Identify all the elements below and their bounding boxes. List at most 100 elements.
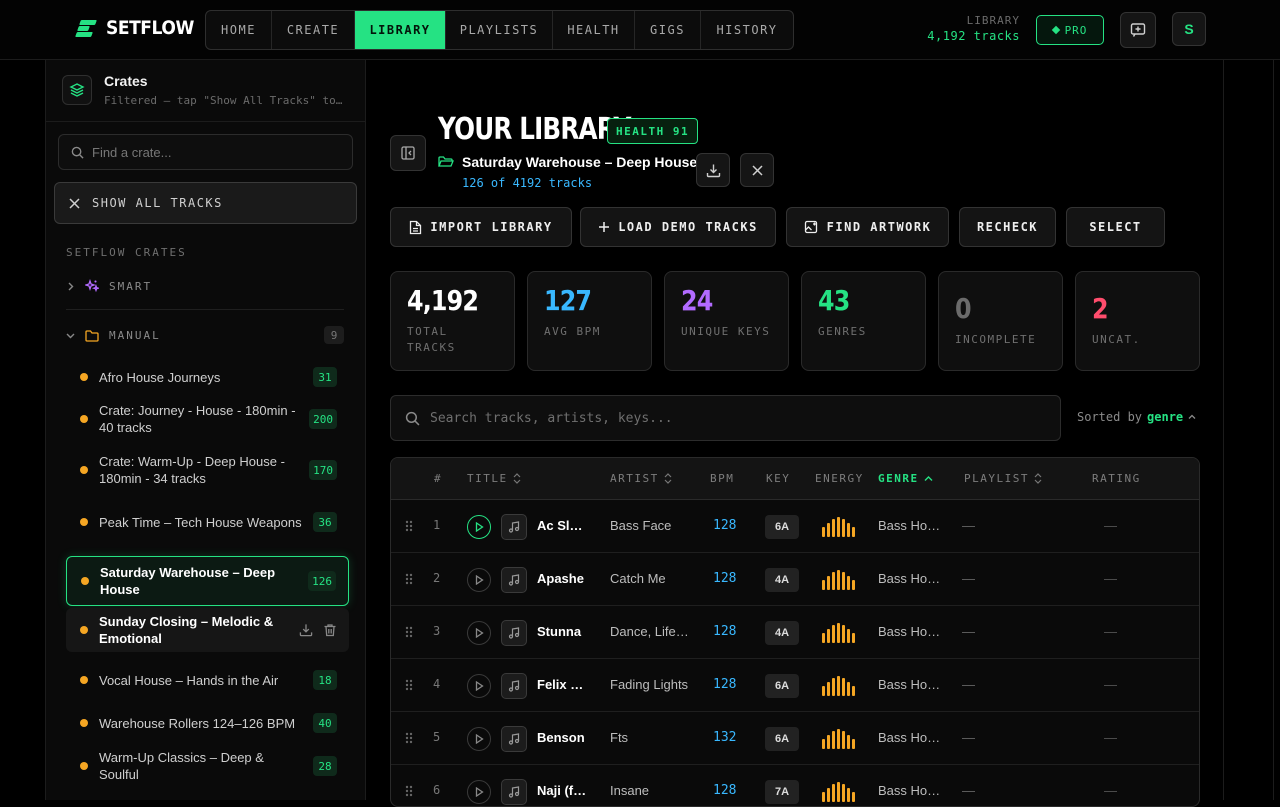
play-button[interactable] xyxy=(467,674,491,698)
clear-crate-button[interactable] xyxy=(740,153,774,187)
col-bpm[interactable]: BPM xyxy=(710,472,734,485)
sort-prefix: Sorted by xyxy=(1077,410,1143,424)
stat-label: INCOMPLETE xyxy=(955,333,1037,346)
download-icon xyxy=(706,164,720,177)
show-all-tracks-button[interactable]: SHOW ALL TRACKS xyxy=(54,182,357,224)
col-artist[interactable]: ARTIST xyxy=(610,472,672,485)
crate-item[interactable]: Afro House Journeys 31 xyxy=(66,360,349,394)
track-rating[interactable]: — xyxy=(1104,677,1117,692)
track-artist: Fading Lights xyxy=(610,677,689,692)
select-button[interactable]: SELECT xyxy=(1066,207,1165,247)
track-rating[interactable]: — xyxy=(1104,624,1117,639)
collapse-sidebar-button[interactable] xyxy=(390,135,426,171)
download-icon[interactable] xyxy=(299,623,313,637)
track-rating[interactable]: — xyxy=(1104,783,1117,798)
recheck-button[interactable]: RECHECK xyxy=(959,207,1056,247)
play-button[interactable] xyxy=(467,727,491,751)
crate-search-input[interactable] xyxy=(92,144,332,160)
library-count: LIBRARY 4,192 tracks xyxy=(927,14,1020,43)
crate-item[interactable]: Peak Time – Tech House Weapons 36 xyxy=(66,503,349,541)
col-playlist[interactable]: PLAYLIST xyxy=(964,472,1042,485)
smart-crates-toggle[interactable]: SMART xyxy=(66,274,344,298)
app-logo[interactable]: SETFLOW xyxy=(75,17,204,39)
play-button[interactable] xyxy=(467,568,491,592)
sort-indicator[interactable]: Sorted by genre xyxy=(1077,410,1196,424)
nav-tab-home[interactable]: HOME xyxy=(206,11,272,49)
track-rating[interactable]: — xyxy=(1104,518,1117,533)
sparkle-icon xyxy=(85,279,99,293)
import-library-button[interactable]: IMPORT LIBRARY xyxy=(390,207,572,247)
col-title[interactable]: TITLE xyxy=(467,472,521,485)
table-header: # TITLE ARTIST BPM KEY ENERGY GENRE PLAY… xyxy=(391,458,1199,500)
table-row[interactable]: 4 Felix Jaehn Fading Lights 128 6A Bass House… xyxy=(391,659,1199,712)
crate-item[interactable]: Vocal House – Hands in the Air 18 xyxy=(66,663,349,697)
avatar[interactable]: S xyxy=(1172,12,1206,46)
track-search-input[interactable] xyxy=(430,410,1030,426)
table-row[interactable]: 3 Stunna Dance, Life… 128 4A Bass House — — xyxy=(391,606,1199,659)
row-number: 2 xyxy=(433,571,441,585)
track-artist: Catch Me xyxy=(610,571,666,586)
nav-tab-create[interactable]: CREATE xyxy=(272,11,355,49)
download-button[interactable] xyxy=(696,153,730,187)
crate-count-badge: 200 xyxy=(309,409,337,429)
table-row[interactable]: 6 Naji (feat) Insane 128 7A Bass House — — xyxy=(391,765,1199,806)
crate-item[interactable]: Sunday Closing – Melodic & Emotional xyxy=(66,608,349,652)
stat-value: 127 xyxy=(544,284,592,317)
folder-icon xyxy=(85,329,99,342)
drag-handle-icon[interactable] xyxy=(405,731,413,749)
crate-item[interactable]: Saturday Warehouse – Deep House 126 xyxy=(66,556,349,606)
crate-search[interactable] xyxy=(58,134,353,170)
tracks-table: # TITLE ARTIST BPM KEY ENERGY GENRE PLAY… xyxy=(390,457,1200,807)
pro-button[interactable]: PRO xyxy=(1036,15,1104,45)
find-artwork-button[interactable]: FIND ARTWORK xyxy=(786,207,949,247)
play-button[interactable] xyxy=(467,621,491,645)
energy-meter xyxy=(822,782,855,802)
track-search[interactable] xyxy=(390,395,1061,441)
play-button[interactable] xyxy=(467,515,491,539)
crate-item[interactable]: Warehouse Rollers 124–126 BPM 40 xyxy=(66,706,349,740)
col-energy[interactable]: ENERGY xyxy=(815,472,864,485)
crate-item[interactable]: Crate: Journey - House - 180min - 40 tra… xyxy=(66,400,349,438)
crate-name: Warm-Up Classics – Deep & Soulful xyxy=(99,750,264,782)
load-demo-tracks-button[interactable]: LOAD DEMO TRACKS xyxy=(580,207,776,247)
track-playlist: — xyxy=(962,571,975,586)
nav-tab-health[interactable]: HEALTH xyxy=(553,11,635,49)
track-bpm: 128 xyxy=(713,624,737,639)
crate-item[interactable]: Warm-Up Classics – Deep & Soulful 28 xyxy=(66,747,349,785)
col-rating[interactable]: RATING xyxy=(1092,472,1141,485)
col-key[interactable]: KEY xyxy=(766,472,790,485)
nav-tab-playlists[interactable]: PLAYLISTS xyxy=(446,11,553,49)
table-row[interactable]: 5 Benson Fts 132 6A Bass House — — xyxy=(391,712,1199,765)
drag-handle-icon[interactable] xyxy=(405,572,413,590)
drag-handle-icon[interactable] xyxy=(405,678,413,696)
nav-tab-library[interactable]: LIBRARY xyxy=(355,11,446,49)
crate-item[interactable]: Crate: Warm-Up - Deep House - 180min - 3… xyxy=(66,451,349,489)
top-bar: SETFLOW HOME CREATE LIBRARY PLAYLISTS HEALTH… xyxy=(0,0,1280,60)
col-genre[interactable]: GENRE xyxy=(878,472,933,485)
add-playlist-button[interactable] xyxy=(1120,12,1156,48)
track-artist: Bass Face xyxy=(610,518,672,533)
chevron-up-icon xyxy=(924,475,933,481)
track-key: 6A xyxy=(765,727,799,751)
table-row[interactable]: 2 Apashe Catch Me 128 4A Bass House — — xyxy=(391,553,1199,606)
nav-tab-gigs[interactable]: GIGS xyxy=(635,11,701,49)
crate-dot xyxy=(80,762,88,770)
drag-handle-icon[interactable] xyxy=(405,784,413,802)
table-row[interactable]: 1 Ac Slowly Bass Face 128 6A Bass House — — xyxy=(391,500,1199,553)
energy-meter xyxy=(822,729,855,749)
track-playlist: — xyxy=(962,783,975,798)
nav-tab-history[interactable]: HISTORY xyxy=(701,11,793,49)
track-rating[interactable]: — xyxy=(1104,730,1117,745)
drag-handle-icon[interactable] xyxy=(405,625,413,643)
manual-label: MANUAL xyxy=(109,328,161,342)
play-button[interactable] xyxy=(467,780,491,804)
stat-label: UNIQUE KEYS xyxy=(681,325,771,338)
main-nav: HOME CREATE LIBRARY PLAYLISTS HEALTH GIGS HIST… xyxy=(205,10,794,50)
track-playlist: — xyxy=(962,518,975,533)
trash-icon[interactable] xyxy=(323,623,337,637)
track-bpm: 128 xyxy=(713,518,737,533)
drag-handle-icon[interactable] xyxy=(405,519,413,537)
track-rating[interactable]: — xyxy=(1104,571,1117,586)
manual-crates-toggle[interactable]: MANUAL 9 xyxy=(66,323,344,347)
track-genre: Bass House xyxy=(878,730,942,745)
